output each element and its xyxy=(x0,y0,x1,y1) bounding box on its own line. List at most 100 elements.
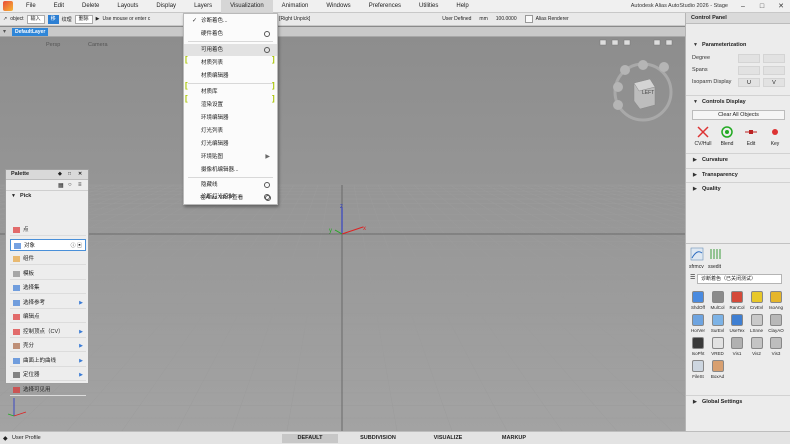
menu-windows[interactable]: Windows xyxy=(317,0,359,13)
menu-item-shader-list[interactable]: 材质列表 xyxy=(184,57,277,69)
shelf-tab-sfrmcv[interactable]: sfrmcv xyxy=(689,264,704,270)
menu-item-light-list[interactable]: 灯光列表 xyxy=(184,125,277,137)
tab-visualize[interactable]: VISUALIZE xyxy=(420,434,476,443)
key-icon[interactable] xyxy=(768,125,782,139)
menu-edit[interactable]: Edit xyxy=(45,0,73,13)
palette-title-bar[interactable]: Palette ◆ □ ✕ xyxy=(6,170,88,180)
shelf-selector[interactable]: 诊断着色（已关闭测试） xyxy=(697,274,782,284)
shelf-vis1-icon[interactable] xyxy=(731,337,743,349)
shelf-boxad-icon[interactable] xyxy=(711,360,724,372)
grid-view-icon[interactable]: ▦ xyxy=(58,182,64,189)
menu-item-shader-editor[interactable]: 材质编辑器 xyxy=(184,70,277,82)
blend-icon[interactable] xyxy=(720,125,734,139)
pick-mode-button[interactable]: 移 xyxy=(47,14,59,24)
shelf-usetex-icon[interactable] xyxy=(731,314,743,326)
menu-item-diagnostic-shading[interactable]: ✓ 诊断着色... xyxy=(184,15,277,27)
minimize-icon[interactable]: – xyxy=(735,0,751,13)
menu-layouts[interactable]: Layouts xyxy=(108,0,147,13)
shelf-mulcol-icon[interactable] xyxy=(711,291,724,303)
shelf-rancol-icon[interactable] xyxy=(731,291,743,303)
menu-help[interactable]: Help xyxy=(447,0,477,13)
palette-row[interactable]: 对象 ⓘ ▣ xyxy=(10,238,86,252)
option-box-icon[interactable] xyxy=(264,47,270,53)
row-options-icon[interactable]: ⓘ ▣ xyxy=(71,240,82,252)
default-layer-chip[interactable]: DefaultLayer xyxy=(12,28,49,36)
palette-section-pick[interactable]: ▼ Pick xyxy=(6,191,88,202)
section-controls-display[interactable]: ▼ Controls Display xyxy=(686,95,790,107)
palette-close-icon[interactable]: ✕ xyxy=(78,171,82,177)
option-box-icon[interactable] xyxy=(264,182,270,188)
renderer-icon[interactable] xyxy=(524,15,533,23)
menu-preferences[interactable]: Preferences xyxy=(360,0,410,13)
menu-item-hidden-line[interactable]: 隐藏线 xyxy=(184,179,277,191)
menu-item-camera-editor[interactable]: 摄像机编辑器... xyxy=(184,164,277,176)
edit-icon[interactable] xyxy=(744,125,758,139)
list-view-icon[interactable]: ≡ xyxy=(78,182,82,188)
palette-row[interactable]: 模板 xyxy=(10,268,86,280)
section-transparency[interactable]: ▶ Transparency xyxy=(686,168,790,180)
shelf-isopht-icon[interactable] xyxy=(692,337,704,349)
menu-item-hardware-shading[interactable]: 硬件着色 xyxy=(184,28,277,40)
input-field[interactable]: 输入 xyxy=(26,14,45,24)
degree-v-field[interactable] xyxy=(763,54,785,63)
section-curvature[interactable]: ▶ Curvature xyxy=(686,153,790,165)
palette-row[interactable]: 点 xyxy=(10,224,86,236)
menu-utilities[interactable]: Utilities xyxy=(410,0,447,13)
palette-row[interactable]: 曲面上的曲线 ▶ xyxy=(10,355,86,367)
menu-layers[interactable]: Layers xyxy=(185,0,221,13)
degree-u-field[interactable] xyxy=(738,54,760,63)
menu-item-environment-map[interactable]: 环境贴图 ▶ xyxy=(184,151,277,163)
float-icon[interactable]: □ xyxy=(68,171,71,177)
3d-viewport[interactable]: Persp Camera z x y LEFT xyxy=(0,37,685,431)
shelf-crvevl-icon[interactable] xyxy=(750,291,763,303)
palette-row[interactable]: 控制顶点（CV） ▶ xyxy=(10,326,86,338)
palette-row[interactable]: 选择参考 ▶ xyxy=(10,297,86,309)
delete-field[interactable]: 删除 xyxy=(74,14,93,24)
isoparm-u-toggle[interactable]: U xyxy=(738,78,760,87)
section-parameterization[interactable]: ▼ Parameterization xyxy=(686,39,790,51)
palette-row[interactable]: 定位器 ▶ xyxy=(10,369,86,381)
shelf-tab-ssedit[interactable]: ssedit xyxy=(708,264,721,270)
shelf-lsnne-icon[interactable] xyxy=(750,314,763,326)
search-icon[interactable]: ○ xyxy=(68,182,72,188)
palette-row[interactable]: 选择集 xyxy=(10,282,86,294)
shelf-surevl-icon[interactable] xyxy=(711,314,724,326)
shelf-clayao-icon[interactable] xyxy=(770,314,782,326)
shelf-menu-icon[interactable]: ☰ xyxy=(690,274,695,281)
tab-markup[interactable]: MARKUP xyxy=(486,434,542,443)
menu-display[interactable]: Display xyxy=(147,0,185,13)
clear-all-objects-button[interactable]: Clear All Objects xyxy=(692,110,785,120)
isoparm-v-toggle[interactable]: V xyxy=(763,78,785,87)
shelf-isoang-icon[interactable] xyxy=(770,291,782,303)
menu-item-view-in-alias-vr[interactable]: 在Alias VR中查看 xyxy=(183,192,278,204)
shelf-vis2-icon[interactable] xyxy=(750,337,763,349)
scale-value[interactable]: 100.0000 xyxy=(496,16,517,22)
close-icon[interactable]: ✕ xyxy=(773,0,789,13)
palette-row[interactable]: 壳分 ▶ xyxy=(10,340,86,352)
menu-file[interactable]: File xyxy=(17,0,45,13)
tab-default[interactable]: DEFAULT xyxy=(282,434,338,443)
menu-delete[interactable]: Delete xyxy=(73,0,108,13)
menu-item-environment-editor[interactable]: 环境编辑器 xyxy=(184,112,277,124)
shelf-vis3-icon[interactable] xyxy=(770,337,782,349)
palette-row[interactable]: 组件 xyxy=(10,253,86,265)
shelf-filest-icon[interactable] xyxy=(692,360,704,372)
user-profile-label[interactable]: User Profile xyxy=(12,435,41,441)
layer-menu-icon[interactable]: ▾ xyxy=(3,28,6,35)
menu-item-render-settings[interactable]: 渲染设置 xyxy=(184,99,277,111)
shelf-tab-ssedit-icon[interactable] xyxy=(708,247,722,261)
shelf-horver-icon[interactable] xyxy=(692,314,704,326)
tab-subdivision[interactable]: SUBDIVISION xyxy=(350,434,406,443)
palette-row[interactable]: 编辑点 xyxy=(10,311,86,323)
spans-v-field[interactable] xyxy=(763,66,785,75)
section-quality[interactable]: ▶ Quality xyxy=(686,182,790,194)
play-icon[interactable]: ▶ xyxy=(96,16,100,22)
cv-hull-icon[interactable] xyxy=(696,125,710,139)
shelf-tab-sfrmcv-icon[interactable] xyxy=(690,247,704,261)
shelf-vred-icon[interactable] xyxy=(711,337,724,349)
section-global-settings[interactable]: ▶ Global Settings xyxy=(686,395,790,407)
option-box-icon[interactable] xyxy=(264,31,270,37)
spans-u-field[interactable] xyxy=(738,66,760,75)
menu-item-available-shaders[interactable]: 可用着色 xyxy=(184,44,277,56)
renderer-label[interactable]: Alias Renderer xyxy=(536,16,569,22)
